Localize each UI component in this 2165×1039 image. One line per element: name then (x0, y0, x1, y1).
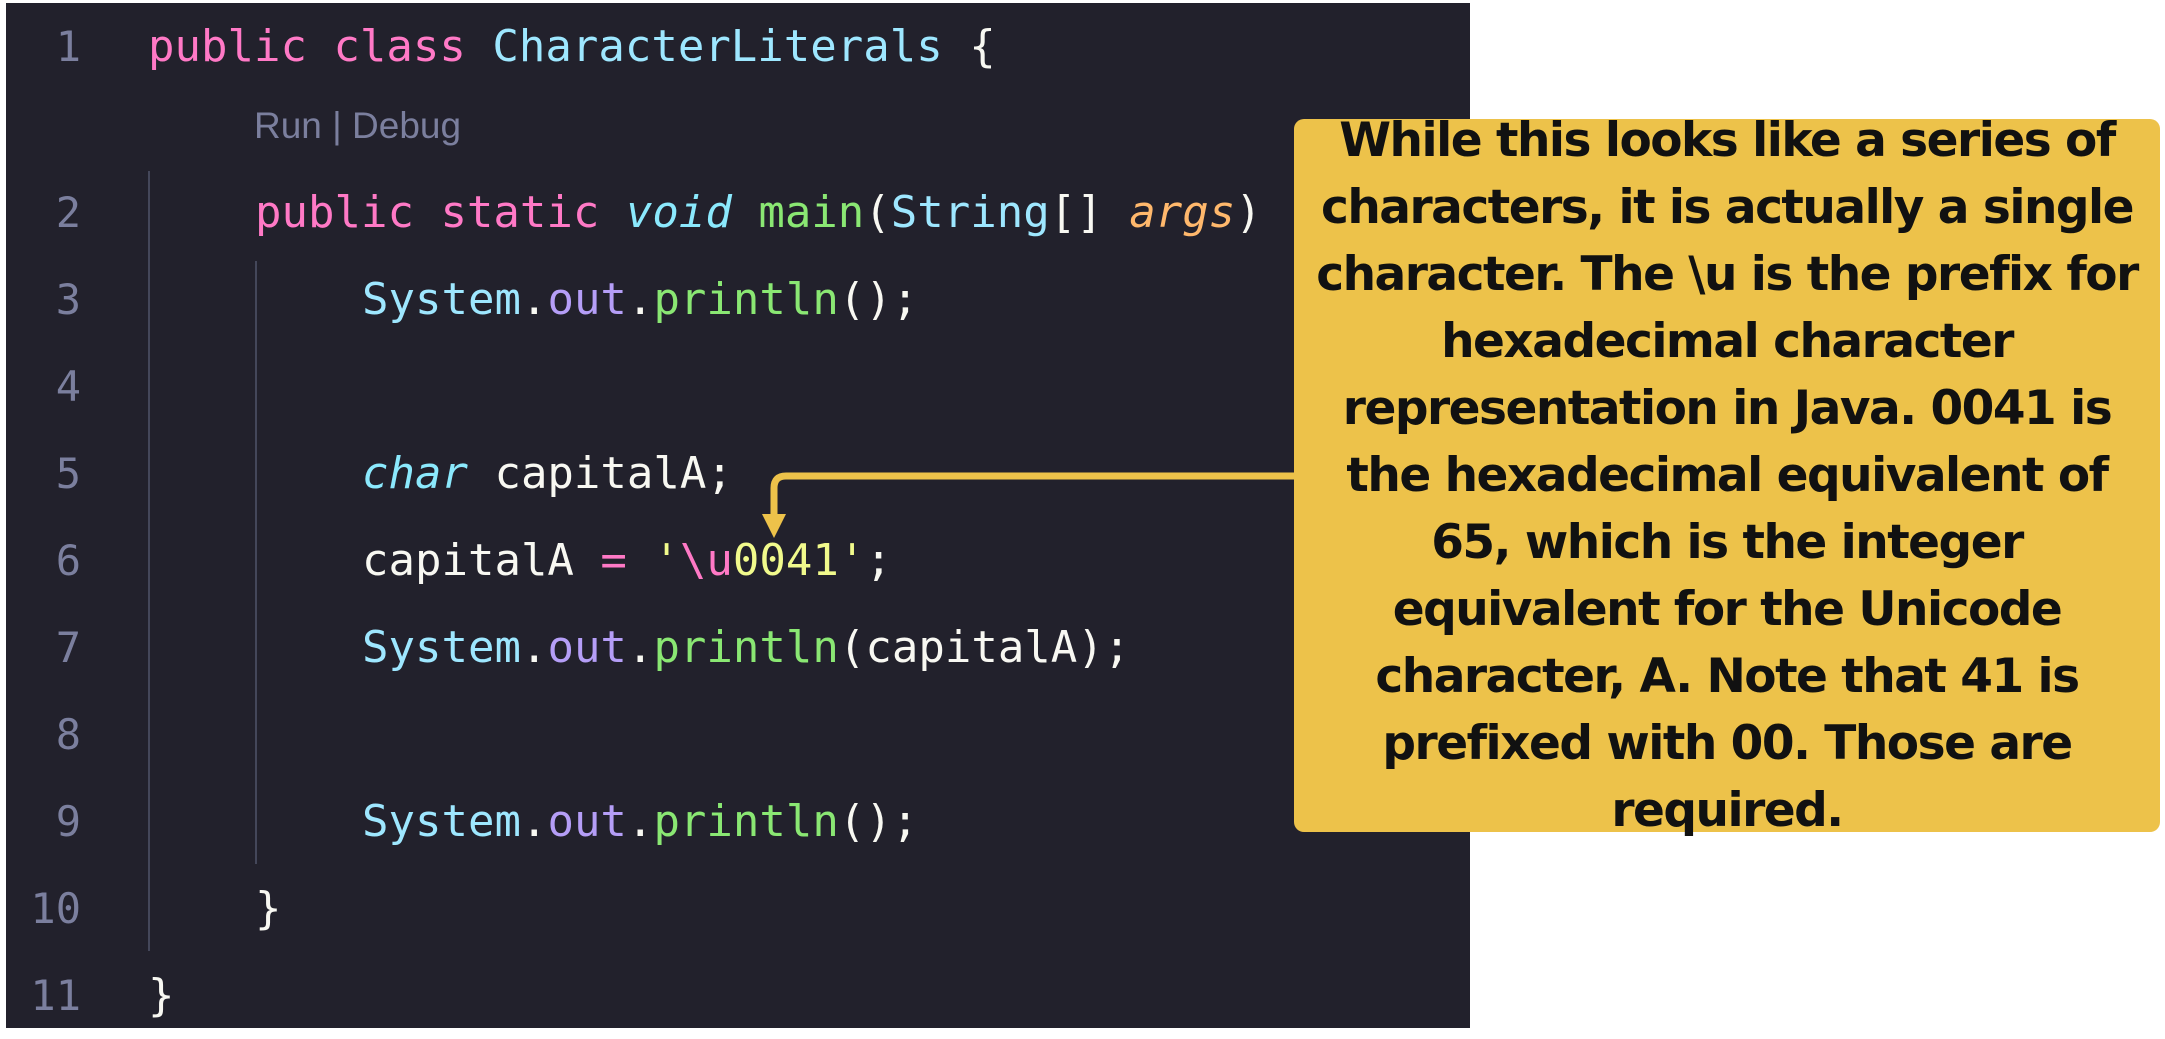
explanation-callout: While this looks like a series of charac… (1294, 113, 2160, 838)
callout-text: While this looks like a series of charac… (1316, 113, 2139, 838)
